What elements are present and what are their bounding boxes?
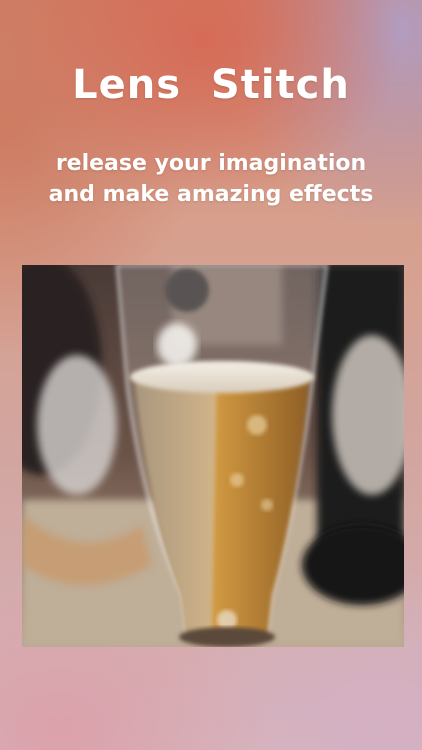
beer-glass-photo [22, 265, 404, 647]
photo-illustration [22, 265, 404, 647]
tagline-line-2: and make amazing effects [48, 182, 374, 207]
tagline: release your imagination and make amazin… [0, 148, 422, 210]
app-title: Lens Stitch [72, 62, 350, 108]
tagline-line-1: release your imagination [55, 151, 367, 176]
